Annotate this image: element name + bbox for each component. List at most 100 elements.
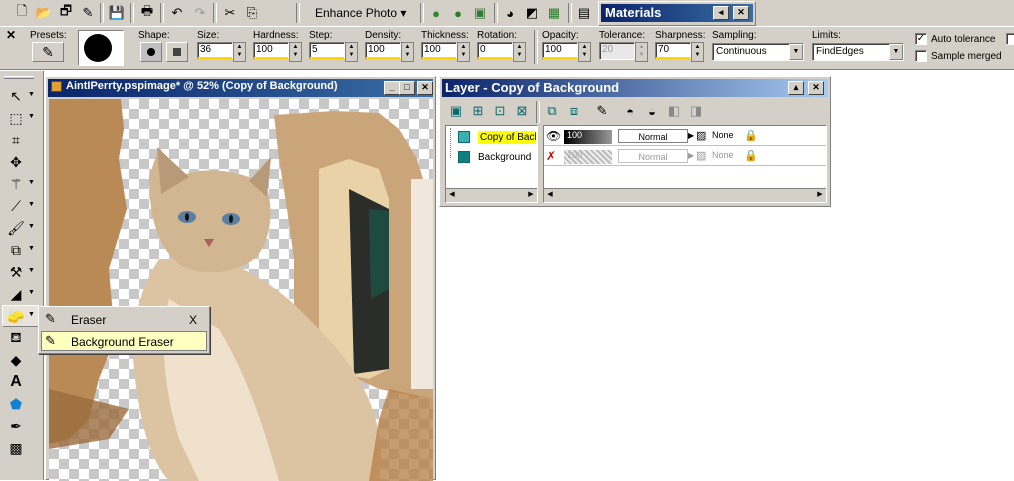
- contrast-icon[interactable]: ◩: [522, 3, 542, 23]
- red-eye-icon[interactable]: ●: [426, 3, 446, 23]
- close-button[interactable]: ✕: [417, 81, 433, 95]
- tolerance-spinner[interactable]: ▲ ▼: [635, 42, 648, 62]
- background-eraser-tool-icon[interactable]: 🧽: [4, 306, 28, 326]
- browse-icon[interactable]: 🗗: [56, 3, 76, 23]
- scratch-remover-icon[interactable]: ⚒: [4, 262, 28, 282]
- new-adjustment-layer-icon[interactable]: ⊠: [512, 101, 532, 121]
- arrow-tool-icon[interactable]: ↖: [4, 86, 28, 106]
- size-spinner[interactable]: ▲ ▼: [233, 42, 246, 62]
- step-spinner[interactable]: ▲ ▼: [345, 42, 358, 62]
- maximize-button[interactable]: □: [399, 81, 415, 95]
- overview-icon[interactable]: ▦: [544, 3, 564, 23]
- blend-mode[interactable]: Normal: [618, 129, 688, 143]
- chevron-right-icon[interactable]: ▶: [688, 151, 694, 160]
- materials-close-button[interactable]: ✕: [733, 6, 749, 20]
- horizontal-scrollbar[interactable]: ◀ ▶: [544, 188, 826, 202]
- layer-properties-icon[interactable]: ✎: [592, 101, 612, 121]
- visibility-hidden-icon[interactable]: ✗: [546, 149, 556, 163]
- promote-layer-icon[interactable]: ⧈: [564, 101, 584, 121]
- rotation-field[interactable]: 0: [477, 42, 513, 60]
- eraser-menu-item[interactable]: ✎ Eraser X: [41, 309, 207, 329]
- paint-brush-icon[interactable]: 🖌: [4, 218, 28, 238]
- chevron-right-icon[interactable]: ▶: [688, 131, 694, 140]
- scroll-right-icon[interactable]: ▶: [525, 189, 537, 201]
- sharpness-spinner[interactable]: ▲ ▼: [691, 42, 704, 62]
- minimize-button[interactable]: _: [384, 81, 400, 95]
- selection-tool-icon[interactable]: ⬚: [4, 108, 28, 128]
- layer-row[interactable]: Background: [456, 150, 538, 167]
- lock-icon[interactable]: 🔒: [744, 149, 758, 162]
- opacity-spinner[interactable]: ▲ ▼: [578, 42, 591, 62]
- layer-row[interactable]: Copy of Back: [456, 130, 538, 147]
- limits-select[interactable]: FindEdges ▼: [812, 43, 904, 61]
- density-field[interactable]: 100: [365, 42, 401, 60]
- flood-fill-icon[interactable]: ⛾: [4, 328, 28, 348]
- enhance-photo-menu[interactable]: Enhance Photo ▾: [307, 4, 415, 22]
- redo-icon[interactable]: ↷: [190, 3, 210, 23]
- makeover-icon[interactable]: ●: [448, 3, 468, 23]
- layers-palette-icon[interactable]: ▤: [574, 3, 594, 23]
- materials-rollup-button[interactable]: ◂: [713, 6, 729, 20]
- histogram-icon[interactable]: ◕: [500, 3, 520, 23]
- thickness-spinner[interactable]: ▲ ▼: [457, 42, 470, 62]
- magic-wand-icon[interactable]: ⚚: [4, 174, 28, 194]
- mask-icon[interactable]: ◓: [620, 101, 640, 121]
- crop-tool-icon[interactable]: ⌗: [4, 130, 28, 150]
- sharpness-field[interactable]: 70: [655, 42, 691, 60]
- lighten-darken-icon[interactable]: ◢: [4, 284, 28, 304]
- paint-bucket-icon[interactable]: ◆: [4, 350, 28, 370]
- presets-button[interactable]: ✎: [32, 42, 64, 62]
- delete-mask-icon[interactable]: ◨: [686, 101, 706, 121]
- warp-brush-icon[interactable]: ▩: [4, 438, 28, 458]
- save-icon[interactable]: 💾: [107, 3, 127, 23]
- open-folder-icon[interactable]: 📂: [34, 3, 54, 23]
- cut-icon[interactable]: ✂: [220, 3, 240, 23]
- link-icon[interactable]: ▨: [696, 149, 706, 162]
- chevron-down-icon[interactable]: ▼: [889, 44, 903, 60]
- extra-checkbox[interactable]: [1006, 33, 1014, 45]
- print-icon[interactable]: 🖶: [137, 3, 157, 23]
- horizontal-scrollbar[interactable]: ◀ ▶: [446, 188, 537, 202]
- size-field[interactable]: 36: [197, 42, 233, 60]
- scan-icon[interactable]: ✎: [78, 3, 98, 23]
- sample-merged-checkbox[interactable]: [915, 50, 927, 62]
- mask-alt-icon[interactable]: ◒: [642, 101, 662, 121]
- auto-tolerance-checkbox[interactable]: ✓: [915, 33, 927, 45]
- duplicate-layer-icon[interactable]: ⧉: [542, 101, 562, 121]
- step-field[interactable]: 5: [309, 42, 345, 60]
- dropper-tool-icon[interactable]: ⟋: [4, 196, 28, 216]
- hardness-field[interactable]: 100: [253, 42, 289, 60]
- visibility-eye-icon[interactable]: 👁: [546, 129, 561, 143]
- rotation-spinner[interactable]: ▲ ▼: [513, 42, 526, 62]
- copy-icon[interactable]: ⎘: [242, 3, 262, 23]
- undo-icon[interactable]: ↶: [167, 3, 187, 23]
- thickness-field[interactable]: 100: [421, 42, 457, 60]
- picture-frame-icon[interactable]: ▣: [470, 3, 490, 23]
- chevron-down-icon[interactable]: ▼: [789, 44, 803, 60]
- opacity-field[interactable]: 100: [542, 42, 578, 60]
- brush-tip-preview[interactable]: [78, 30, 124, 66]
- new-file-icon[interactable]: 🗋: [12, 3, 32, 23]
- image-canvas[interactable]: [49, 99, 433, 481]
- new-mask-layer-icon[interactable]: ⊡: [490, 101, 510, 121]
- blend-mode[interactable]: Normal: [618, 149, 688, 163]
- delete-layer-icon[interactable]: ◧: [664, 101, 684, 121]
- hardness-spinner[interactable]: ▲ ▼: [289, 42, 302, 62]
- scroll-left-icon[interactable]: ◀: [544, 189, 556, 201]
- scroll-left-icon[interactable]: ◀: [446, 189, 458, 201]
- round-shape-button[interactable]: [140, 42, 162, 62]
- sampling-select[interactable]: Continuous ▼: [712, 43, 804, 61]
- pen-tool-icon[interactable]: ✒: [4, 416, 28, 436]
- density-spinner[interactable]: ▲ ▼: [401, 42, 414, 62]
- clone-brush-icon[interactable]: ⧉: [4, 240, 28, 260]
- link-icon[interactable]: ▨: [696, 129, 706, 142]
- layers-rollup-button[interactable]: ▴: [788, 81, 804, 95]
- layers-close-button[interactable]: ✕: [808, 81, 824, 95]
- preset-shape-icon[interactable]: ⬟: [4, 394, 28, 414]
- text-tool-icon[interactable]: A: [4, 372, 28, 392]
- background-eraser-menu-item[interactable]: ✎ Background Eraser: [41, 331, 207, 351]
- new-vector-layer-icon[interactable]: ⊞: [468, 101, 488, 121]
- tolerance-field[interactable]: 20: [599, 42, 635, 60]
- move-tool-icon[interactable]: ✥: [4, 152, 28, 172]
- square-shape-button[interactable]: [166, 42, 188, 62]
